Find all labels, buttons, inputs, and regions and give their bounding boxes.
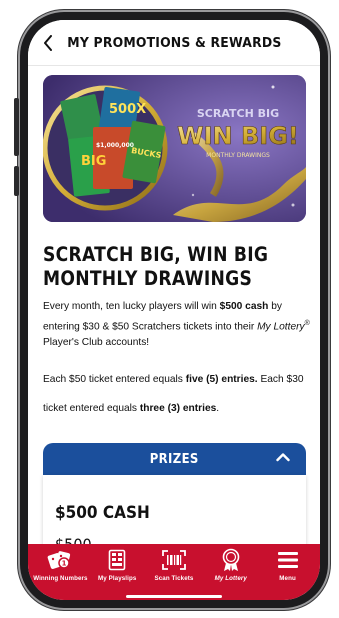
my-lottery-icon [222,548,240,571]
description-text: Each $50 ticket entered equals [43,374,186,385]
chevron-up-icon [276,453,290,462]
promo-banner-image: BIG 500X $1,000,000 BUCKS SCRATCH BIG WI… [43,75,306,222]
phone-side-button [14,166,19,196]
scan-icon [162,550,186,570]
registered-mark: ® [304,319,310,327]
nav-winning-numbers[interactable]: 1 Winning Numbers [32,548,88,582]
svg-text:WIN BIG!: WIN BIG! [177,122,299,150]
prizes-label: PRIZES [149,451,199,467]
svg-text:MONTHLY DRAWINGS: MONTHLY DRAWINGS [206,152,270,159]
phone-side-button [14,98,19,156]
bottom-navigation: 1 Winning Numbers My Playslips Scan Tick… [28,544,320,600]
back-button[interactable] [38,32,58,54]
banner-artwork: BIG 500X $1,000,000 BUCKS SCRATCH BIG WI… [43,75,306,222]
svg-text:BIG: BIG [81,154,106,169]
svg-text:SCRATCH BIG: SCRATCH BIG [197,107,279,120]
top-bar: MY PROMOTIONS & REWARDS [28,20,320,66]
nav-scan-tickets[interactable]: Scan Tickets [146,548,202,582]
entries-count-text: three (3) entries [139,403,217,414]
nav-my-lottery[interactable]: My Lottery [203,548,259,582]
entries-count-text: five (5) entries. [185,374,258,385]
nav-label: My Playslips [98,575,137,582]
home-indicator [126,595,222,598]
description-text: Each $30 [257,374,304,385]
my-lottery-text: My Lottery [257,320,305,332]
description-text: ticket entered equals [43,403,140,414]
description-text: . [216,403,220,414]
nav-menu[interactable]: Menu [260,548,316,582]
description-text: Every month, ten lucky players will win [43,301,220,312]
nav-label: Scan Tickets [154,575,194,582]
nav-label: Winning Numbers [33,575,88,582]
description-text: Player's Club accounts! [43,337,150,349]
svg-text:1: 1 [62,560,67,568]
promo-heading-line: SCRATCH BIG, WIN BIG [43,243,269,266]
chevron-left-icon [44,35,52,51]
app-screen: MY PROMOTIONS & REWARDS BIG 500X $1,000,… [28,20,320,600]
promo-heading: SCRATCH BIG, WIN BIG MONTHLY DRAWINGS [43,243,281,291]
nav-label: My Lottery [214,575,247,582]
nav-my-playslips[interactable]: My Playslips [89,548,145,582]
page-title: MY PROMOTIONS & REWARDS [66,34,282,51]
promo-description: Every month, ten lucky players will win … [43,299,313,352]
svg-text:500X: 500X [109,102,146,117]
prizes-accordion-header[interactable]: PRIZES [43,443,306,475]
promo-heading-line: MONTHLY DRAWINGS [43,267,253,290]
prize-title: $500 CASH [55,503,150,523]
svg-text:$1,000,000: $1,000,000 [96,142,134,149]
nav-label: Menu [279,575,296,582]
winning-numbers-icon: 1 [48,551,71,569]
prize-amount-text: $500 cash [219,301,269,312]
entries-description: Each $50 ticket entered equals five (5) … [43,372,313,417]
playslips-icon [108,549,126,571]
menu-icon [277,552,298,568]
